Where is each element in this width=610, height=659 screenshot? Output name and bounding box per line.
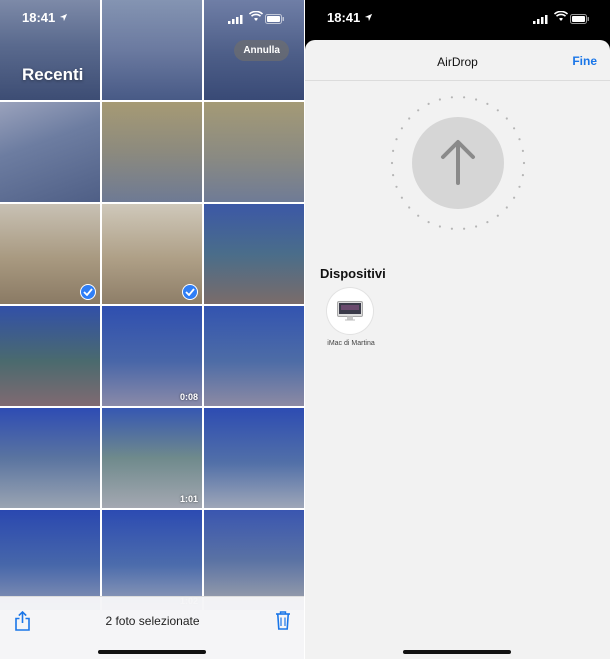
airdrop-screen: 18:41 AirDrop Fine Dispositivi iMac di M… xyxy=(305,0,610,659)
ring-dot xyxy=(518,138,521,141)
ring-dot xyxy=(486,221,489,224)
device-name: iMac di Martina xyxy=(327,340,375,347)
ring-dot xyxy=(505,206,508,209)
ring-dot xyxy=(521,149,524,152)
ring-dot xyxy=(486,102,489,105)
cancel-button[interactable]: Annulla xyxy=(234,40,289,61)
photo-thumbnail[interactable]: 0:08 xyxy=(102,306,202,406)
photo-thumbnail[interactable] xyxy=(0,510,100,610)
photo-thumbnail[interactable] xyxy=(204,102,304,202)
signal-icon xyxy=(533,12,548,27)
ring-dot xyxy=(513,127,516,130)
ring-dot xyxy=(463,96,466,99)
photo-thumbnail[interactable] xyxy=(0,408,100,508)
ring-dot xyxy=(475,98,478,101)
ring-dot xyxy=(395,138,398,141)
ring-dot xyxy=(496,214,499,217)
photo-grid: 0:08 1:01 1:02 xyxy=(0,0,305,610)
ring-dot xyxy=(513,196,516,199)
photos-screen: 0:08 1:01 1:02 18:41 Recenti Annulla 2 fot… xyxy=(0,0,305,659)
device-imac[interactable] xyxy=(327,288,373,334)
photo-thumbnail[interactable]: 1:02 xyxy=(102,510,202,610)
ring-dot xyxy=(427,221,430,224)
location-arrow-icon xyxy=(59,10,68,25)
ring-dot xyxy=(450,227,453,230)
signal-icon xyxy=(228,12,243,27)
photo-thumbnail[interactable] xyxy=(204,306,304,406)
ring-dot xyxy=(475,225,478,228)
battery-icon xyxy=(265,12,285,27)
ring-dot xyxy=(438,98,441,101)
photo-thumbnail[interactable] xyxy=(204,408,304,508)
checkmark-icon xyxy=(80,284,96,300)
location-arrow-icon xyxy=(364,10,373,25)
video-duration: 1:01 xyxy=(179,494,198,504)
ring-dot xyxy=(450,96,453,99)
ring-dot xyxy=(417,109,420,112)
ring-dot xyxy=(400,127,403,130)
checkmark-icon xyxy=(182,284,198,300)
status-time: 18:41 xyxy=(327,10,361,25)
imac-icon xyxy=(337,301,363,321)
ring-dot xyxy=(392,174,395,177)
photo-thumbnail[interactable] xyxy=(0,204,100,304)
ring-dot xyxy=(522,161,526,165)
ring-dot xyxy=(417,214,420,217)
ring-dot xyxy=(392,149,395,152)
airdrop-sheet: AirDrop Fine Dispositivi iMac di Martina xyxy=(305,40,610,659)
ring-dot xyxy=(505,117,508,120)
home-indicator[interactable] xyxy=(403,650,511,654)
photo-thumbnail[interactable] xyxy=(0,306,100,406)
status-bar: 18:41 xyxy=(305,0,610,34)
video-duration: 0:08 xyxy=(179,392,198,402)
album-title: Recenti xyxy=(22,65,84,84)
home-indicator[interactable] xyxy=(98,650,206,654)
selection-count: 2 foto selezionate xyxy=(105,614,200,628)
status-time: 18:41 xyxy=(22,10,56,25)
trash-icon[interactable] xyxy=(275,610,291,635)
ring-dot xyxy=(400,196,403,199)
section-title: Dispositivi xyxy=(320,266,386,281)
photo-thumbnail[interactable]: 1:01 xyxy=(102,408,202,508)
wifi-icon xyxy=(248,10,264,25)
photo-thumbnail[interactable] xyxy=(0,102,100,202)
battery-icon xyxy=(570,12,590,27)
photo-thumbnail[interactable] xyxy=(102,102,202,202)
ring-dot xyxy=(518,185,521,188)
ring-dot xyxy=(463,227,466,230)
ring-dot xyxy=(427,102,430,105)
ring-dot xyxy=(390,161,394,165)
ring-dot xyxy=(395,185,398,188)
ring-dot xyxy=(438,225,441,228)
ring-dot xyxy=(408,206,411,209)
ring-dot xyxy=(408,117,411,120)
photo-thumbnail[interactable] xyxy=(204,510,304,610)
ring-dot xyxy=(521,174,524,177)
ring-dot xyxy=(496,109,499,112)
wifi-icon xyxy=(553,10,569,25)
status-bar: 18:41 xyxy=(0,0,305,34)
photo-thumbnail[interactable] xyxy=(204,204,304,304)
photo-thumbnail[interactable] xyxy=(102,204,202,304)
airdrop-upload-icon xyxy=(412,117,504,209)
